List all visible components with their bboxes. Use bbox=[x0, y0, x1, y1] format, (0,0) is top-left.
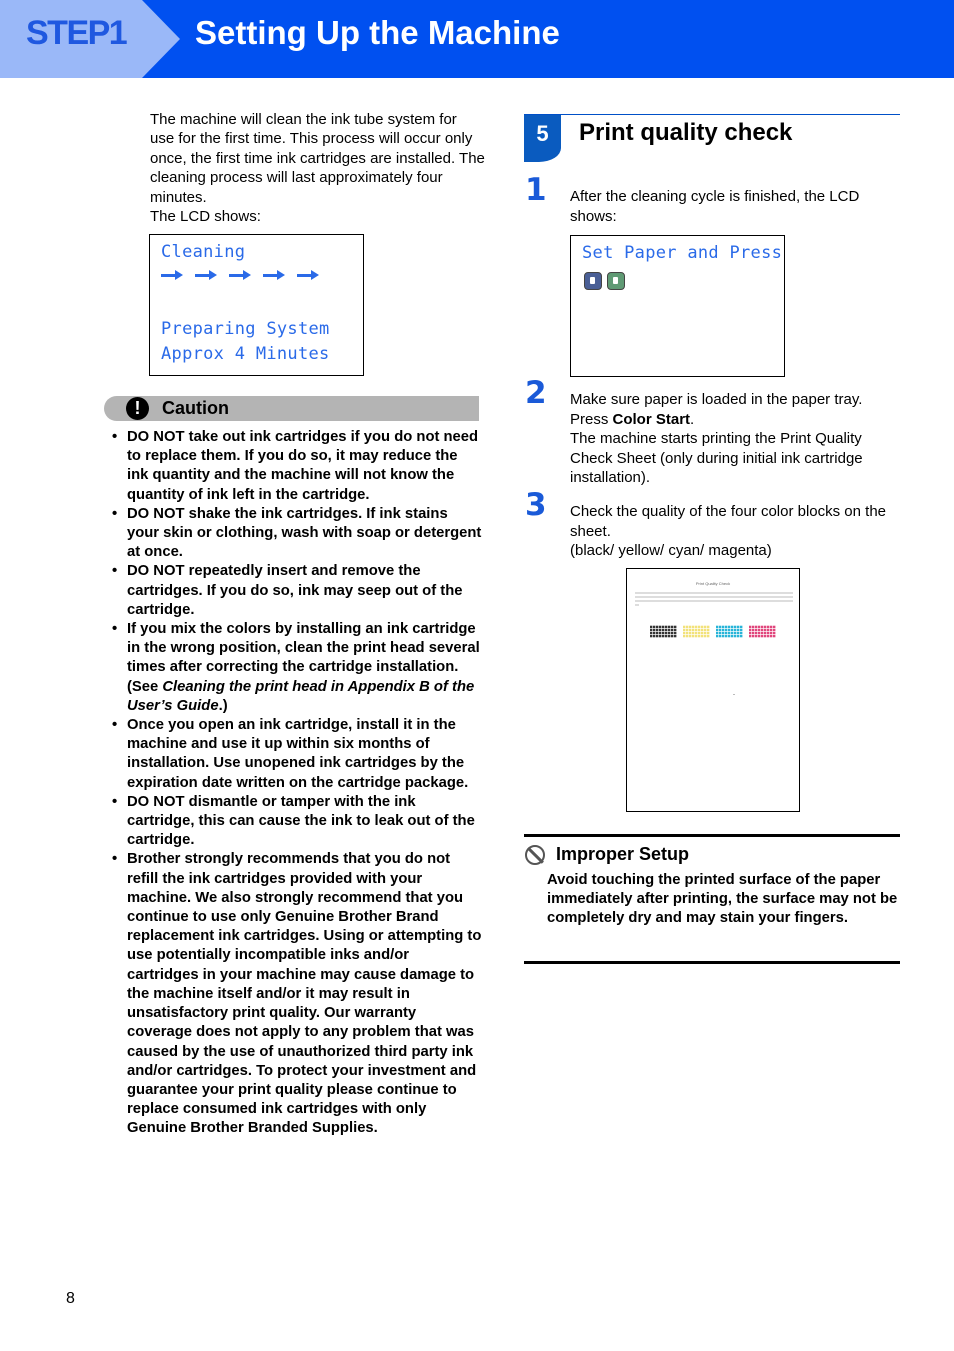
improper-setup-box: Improper Setup Avoid touching the printe… bbox=[524, 834, 900, 964]
intro-paragraph: The machine will clean the ink tube syst… bbox=[150, 111, 485, 206]
step-tab: STEP1 bbox=[0, 0, 180, 78]
caution-item: DO NOT take out ink cartridges if you do… bbox=[108, 428, 483, 505]
step-label: STEP1 bbox=[26, 14, 128, 52]
magenta-color-block bbox=[749, 625, 776, 638]
lcd-cleaning-display: Cleaning Preparing System Approx 4 Minut… bbox=[149, 234, 364, 376]
improper-setup-body: Avoid touching the printed surface of th… bbox=[547, 872, 898, 926]
caution-item: Once you open an ink cartridge, install … bbox=[108, 716, 483, 793]
step-2-line-3: The machine starts printing the Print Qu… bbox=[570, 430, 863, 486]
cyan-color-block bbox=[716, 625, 743, 638]
color-start-button-icon bbox=[607, 272, 625, 290]
step-number-1: 1 bbox=[525, 172, 547, 208]
sheet-text-line bbox=[635, 604, 639, 606]
guide-reference: Cleaning the print head in Appendix B of… bbox=[127, 678, 475, 714]
sheet-mark bbox=[733, 694, 735, 695]
lcd-line-4: Approx 4 Minutes bbox=[161, 344, 330, 364]
caution-list: DO NOT take out ink cartridges if you do… bbox=[108, 428, 483, 1139]
press-suffix: . bbox=[690, 410, 695, 428]
page-number: 8 bbox=[66, 1290, 75, 1307]
step-2-line-1: Make sure paper is loaded in the paper t… bbox=[570, 391, 863, 408]
arrow-right-icon bbox=[195, 269, 217, 281]
sheet-title: Print Quality Check bbox=[695, 581, 731, 586]
sheet-text-line bbox=[635, 596, 793, 598]
step-number-3: 3 bbox=[525, 487, 547, 523]
arrow-right-icon bbox=[229, 269, 251, 281]
caution-item: DO NOT repeatedly insert and remove the … bbox=[108, 562, 483, 620]
yellow-color-block bbox=[683, 625, 710, 638]
color-start-key: Color Start bbox=[612, 410, 691, 428]
improper-setup-title: Improper Setup bbox=[556, 844, 690, 864]
intro-text: The machine will clean the ink tube syst… bbox=[150, 110, 485, 226]
step-3-text: Check the quality of the four color bloc… bbox=[570, 502, 900, 561]
print-quality-check-sheet: Print Quality Check bbox=[626, 568, 800, 812]
prohibited-icon bbox=[525, 845, 545, 865]
press-prefix: Press bbox=[570, 410, 613, 428]
sheet-text-line bbox=[635, 592, 793, 594]
black-color-block bbox=[650, 625, 677, 638]
arrow-right-icon bbox=[263, 269, 285, 281]
sheet-text-line bbox=[635, 600, 793, 602]
section-header: 5 Print quality check bbox=[524, 114, 900, 163]
step-2-text: Make sure paper is loaded in the paper t… bbox=[570, 390, 900, 488]
mono-start-button-icon bbox=[584, 272, 602, 290]
caution-item: DO NOT dismantle or tamper with the ink … bbox=[108, 793, 483, 851]
step-3-line-1: Check the quality of the four color bloc… bbox=[570, 503, 887, 540]
exclamation-icon: ! bbox=[126, 397, 149, 420]
section-title: Print quality check bbox=[579, 119, 793, 146]
lcd-line-3: Preparing System bbox=[161, 319, 330, 339]
step-3-line-2: (black/ yellow/ cyan/ magenta) bbox=[570, 542, 772, 559]
caution-item: DO NOT shake the ink cartridges. If ink … bbox=[108, 505, 483, 563]
lcd-progress-arrows bbox=[161, 269, 319, 281]
caution-item: Brother strongly recommends that you do … bbox=[108, 850, 483, 1138]
lcd-line-1: Cleaning bbox=[161, 242, 246, 262]
step-2-line-2: Press Color Start. bbox=[570, 410, 900, 430]
section-number: 5 bbox=[524, 115, 561, 162]
lcd-set-paper-display: Set Paper and Press bbox=[570, 235, 785, 377]
step-1-text: After the cleaning cycle is finished, th… bbox=[570, 188, 860, 225]
caution-item-text-end: .) bbox=[218, 697, 228, 714]
caution-label: Caution bbox=[162, 398, 229, 418]
page-header: STEP1 Setting Up the Machine bbox=[0, 0, 954, 78]
caution-item: If you mix the colors by installing an i… bbox=[108, 620, 483, 716]
arrow-right-icon bbox=[297, 269, 319, 281]
intro-lcd-label: The LCD shows: bbox=[150, 208, 261, 226]
lcd-line-1: Set Paper and Press bbox=[582, 243, 783, 263]
step-number-2: 2 bbox=[525, 375, 547, 411]
caution-header: ! Caution bbox=[104, 396, 479, 421]
page-title: Setting Up the Machine bbox=[195, 14, 560, 51]
arrow-right-icon bbox=[161, 269, 183, 281]
